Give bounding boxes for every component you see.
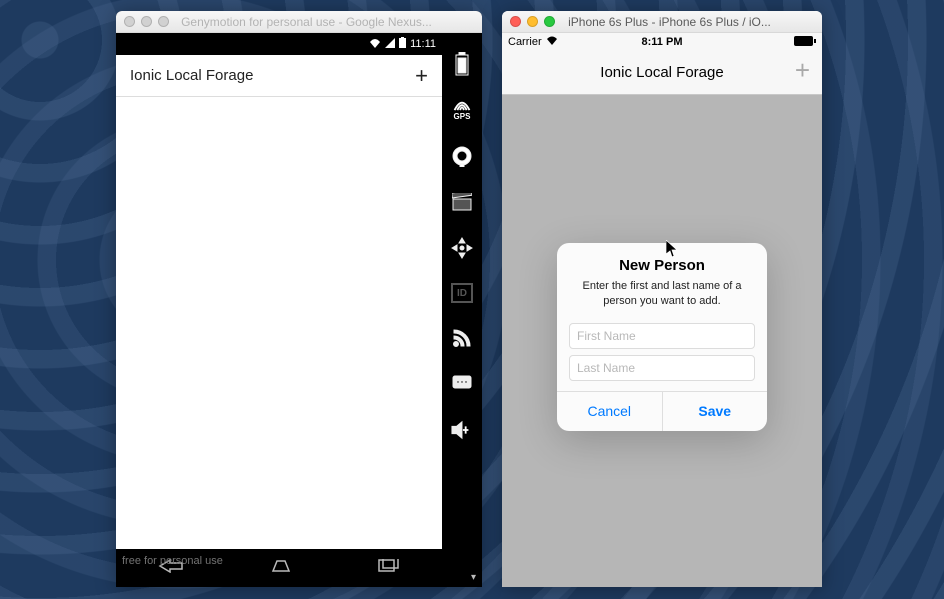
alert-dialog: New Person Enter the first and last name… bbox=[557, 243, 767, 431]
last-name-input[interactable] bbox=[569, 355, 755, 381]
genymotion-sidebar: GPS ID bbox=[442, 33, 482, 587]
add-button[interactable]: + bbox=[795, 55, 810, 86]
cancel-button[interactable]: Cancel bbox=[557, 392, 662, 431]
android-emulator-window: Genymotion for personal use - Google Nex… bbox=[116, 11, 482, 587]
gps-label: GPS bbox=[454, 112, 471, 121]
watermark-text: free for personal use bbox=[122, 555, 223, 567]
android-statusbar: 11:11 bbox=[116, 33, 442, 55]
volume-icon[interactable] bbox=[451, 419, 473, 441]
chevron-down-icon[interactable]: ▾ bbox=[471, 572, 476, 583]
signal-icon bbox=[385, 38, 395, 51]
ios-titlebar[interactable]: iPhone 6s Plus - iPhone 6s Plus / iO... bbox=[502, 11, 822, 33]
battery-icon[interactable] bbox=[451, 53, 473, 75]
close-icon[interactable] bbox=[510, 16, 521, 27]
ios-simulator-window: iPhone 6s Plus - iPhone 6s Plus / iO... … bbox=[502, 11, 822, 587]
recents-button[interactable] bbox=[378, 559, 400, 578]
clock-text: 8:11 PM bbox=[502, 36, 822, 48]
save-button[interactable]: Save bbox=[662, 392, 768, 431]
android-titlebar[interactable]: Genymotion for personal use - Google Nex… bbox=[116, 11, 482, 33]
clock-text: 11:11 bbox=[410, 38, 436, 50]
ios-statusbar: Carrier 8:11 PM bbox=[502, 33, 822, 51]
alert-title: New Person bbox=[571, 257, 753, 274]
android-app-header: Ionic Local Forage + bbox=[116, 55, 442, 97]
gps-icon[interactable]: GPS bbox=[451, 99, 473, 121]
zoom-icon[interactable] bbox=[158, 16, 169, 27]
minimize-icon[interactable] bbox=[141, 16, 152, 27]
home-button[interactable] bbox=[269, 559, 293, 578]
zoom-icon[interactable] bbox=[544, 16, 555, 27]
android-screen: 11:11 Ionic Local Forage + free for pers… bbox=[116, 33, 442, 587]
clapper-icon[interactable] bbox=[451, 191, 473, 213]
camera-icon[interactable] bbox=[451, 145, 473, 167]
rss-icon[interactable] bbox=[451, 327, 473, 349]
first-name-input[interactable] bbox=[569, 323, 755, 349]
add-button[interactable]: + bbox=[415, 63, 428, 89]
id-icon[interactable]: ID bbox=[451, 283, 473, 303]
window-title: iPhone 6s Plus - iPhone 6s Plus / iO... bbox=[565, 15, 814, 29]
ios-app-header: Ionic Local Forage + bbox=[502, 51, 822, 95]
dpad-icon[interactable] bbox=[451, 237, 473, 259]
app-title: Ionic Local Forage bbox=[130, 67, 415, 84]
android-app-content bbox=[116, 97, 442, 549]
ios-screen: Carrier 8:11 PM Ionic Local Forage + New… bbox=[502, 33, 822, 587]
sms-icon[interactable] bbox=[451, 373, 473, 395]
battery-icon bbox=[399, 37, 406, 51]
window-title: Genymotion for personal use - Google Nex… bbox=[179, 15, 474, 29]
ios-app-content: New Person Enter the first and last name… bbox=[502, 95, 822, 587]
wifi-icon bbox=[369, 38, 381, 51]
app-title: Ionic Local Forage bbox=[600, 64, 723, 81]
minimize-icon[interactable] bbox=[527, 16, 538, 27]
close-icon[interactable] bbox=[124, 16, 135, 27]
id-label: ID bbox=[457, 288, 467, 299]
alert-message: Enter the first and last name of a perso… bbox=[571, 279, 753, 309]
